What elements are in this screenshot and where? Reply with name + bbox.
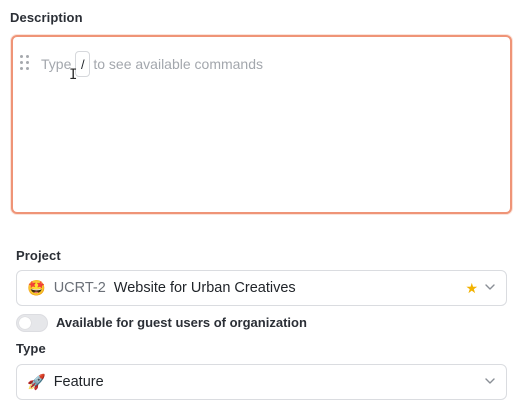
type-label: Type [16,341,46,356]
slash-command-key: / [75,51,91,77]
description-label: Description [10,10,83,25]
type-value: Feature [53,374,104,390]
drag-handle-icon[interactable] [20,55,30,71]
placeholder-prefix: Type [41,56,72,72]
star-icon[interactable]: ★ [465,280,478,297]
project-code: UCRT-2 [53,280,106,296]
guest-access-label: Available for guest users of organizatio… [56,315,307,330]
project-name: Website for Urban Creatives [113,280,296,296]
placeholder-suffix: to see available commands [93,56,264,72]
project-select[interactable]: 🤩 UCRT-2 Website for Urban Creatives ★ [16,270,507,306]
chevron-down-icon [485,284,495,290]
rocket-icon: 🚀 [27,373,46,391]
chevron-down-icon [485,378,495,384]
guest-access-toggle[interactable] [16,314,48,332]
project-label: Project [16,248,61,263]
type-select[interactable]: 🚀 Feature [16,364,507,400]
description-editor[interactable]: Type / to see available commands I [11,35,512,214]
toggle-knob [19,317,31,329]
text-cursor-icon: I [69,67,78,83]
project-emoji-icon: 🤩 [27,279,46,297]
